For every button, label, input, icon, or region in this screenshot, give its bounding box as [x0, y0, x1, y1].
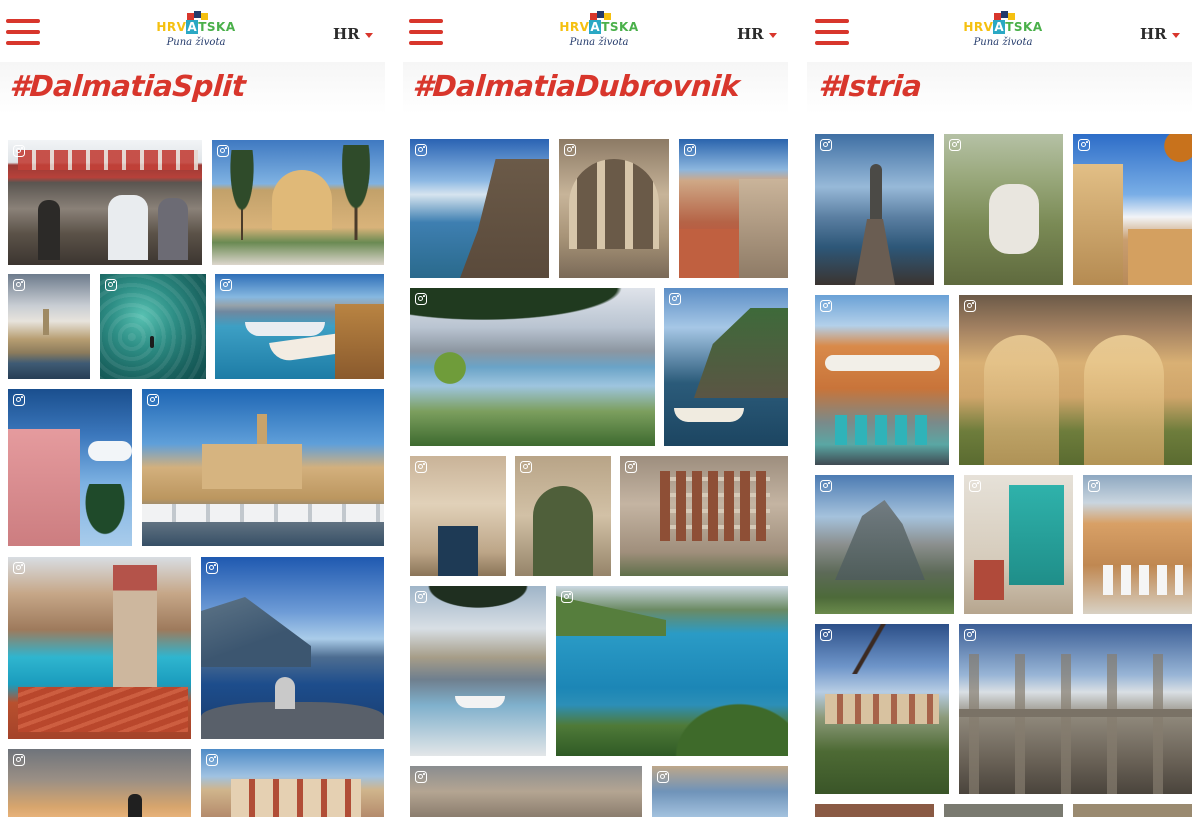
instagram-icon: [820, 629, 832, 641]
logo-word: HRVATSKA: [963, 20, 1043, 34]
logo-tagline: Puna života: [166, 37, 226, 48]
photo-split-palace[interactable]: [212, 140, 384, 265]
chevron-down-icon: [1171, 32, 1180, 38]
chevron-down-icon: [768, 32, 777, 38]
photo-split-boats[interactable]: [215, 274, 384, 379]
language-code: HR: [737, 25, 764, 43]
language-selector[interactable]: HR: [1140, 25, 1180, 43]
instagram-icon: [415, 144, 427, 156]
photo-dubrovnik-lokrum[interactable]: [664, 288, 788, 446]
instagram-icon: [820, 139, 832, 151]
photo-istria-green-door[interactable]: [964, 475, 1073, 614]
instagram-icon: [669, 293, 681, 305]
hamburger-menu-icon[interactable]: [6, 19, 44, 47]
photo-split-market[interactable]: [8, 140, 202, 265]
photo-dubrovnik-old-town[interactable]: [679, 139, 788, 278]
logo-word: HRVATSKA: [156, 20, 236, 34]
instagram-icon: [415, 771, 427, 783]
language-code: HR: [1140, 25, 1167, 43]
screens-collage: HRVATSKA Puna života HR #DalmatiaSplit H…: [0, 0, 1192, 817]
photo-istria-donkey[interactable]: [944, 134, 1063, 285]
photo-istria-arena-arch[interactable]: [959, 295, 1192, 465]
instagram-icon: [1078, 139, 1090, 151]
instagram-icon: [105, 279, 117, 291]
photo-istria-cut-3[interactable]: [1073, 804, 1192, 817]
hashtag-title: #DalmatiaSplit: [8, 69, 247, 103]
screen-istria: HRVATSKA Puna života HR #Istria: [807, 0, 1192, 817]
photo-dubrovnik-gallery-wall[interactable]: [620, 456, 788, 576]
logo[interactable]: HRVATSKA Puna života: [156, 10, 236, 56]
instagram-icon: [564, 144, 576, 156]
photo-istria-mountain[interactable]: [815, 475, 954, 614]
photo-istria-terrace[interactable]: [1083, 475, 1192, 614]
instagram-icon: [820, 480, 832, 492]
photo-istria-cut-1[interactable]: [815, 804, 934, 817]
logo-word: HRVATSKA: [559, 20, 639, 34]
photo-dubrovnik-cliffs[interactable]: [410, 139, 549, 278]
photo-split-coast-view[interactable]: [201, 557, 384, 739]
instagram-icon: [415, 591, 427, 603]
instagram-icon: [820, 300, 832, 312]
instagram-icon: [415, 293, 427, 305]
instagram-icon: [217, 145, 229, 157]
instagram-icon: [13, 279, 25, 291]
photo-istria-pula-arena[interactable]: [959, 624, 1192, 794]
photo-dubrovnik-doorway[interactable]: [410, 456, 506, 576]
photo-dubrovnik-window[interactable]: [652, 766, 788, 817]
photo-split-pink-house[interactable]: [8, 389, 132, 546]
screen-dalmatia-split: HRVATSKA Puna života HR #DalmatiaSplit: [0, 0, 385, 817]
photo-split-riva[interactable]: [8, 274, 90, 379]
language-code: HR: [333, 25, 360, 43]
photo-istria-statue[interactable]: [815, 134, 934, 285]
chevron-down-icon: [364, 32, 373, 38]
hamburger-menu-icon[interactable]: [409, 19, 447, 47]
instagram-icon: [964, 300, 976, 312]
instagram-icon: [964, 629, 976, 641]
language-selector[interactable]: HR: [333, 25, 373, 43]
instagram-icon: [220, 279, 232, 291]
screen-dalmatia-dubrovnik: HRVATSKA Puna života HR #DalmatiaDubrovn…: [403, 0, 788, 817]
instagram-icon: [415, 461, 427, 473]
logo-tagline: Puna života: [973, 37, 1033, 48]
hamburger-menu-icon[interactable]: [815, 19, 853, 47]
instagram-icon: [13, 562, 25, 574]
photo-istria-church[interactable]: [1073, 134, 1192, 285]
instagram-icon: [969, 480, 981, 492]
instagram-icon: [949, 139, 961, 151]
logo[interactable]: HRVATSKA Puna života: [559, 10, 639, 56]
photo-split-sunset[interactable]: [8, 749, 191, 817]
photo-dubrovnik-speedboat[interactable]: [410, 586, 546, 756]
logo-tagline: Puna života: [569, 37, 629, 48]
instagram-icon: [206, 562, 218, 574]
photo-split-village[interactable]: [201, 749, 384, 817]
photo-dubrovnik-bay-pine[interactable]: [410, 288, 655, 446]
language-selector[interactable]: HR: [737, 25, 777, 43]
hashtag-title: #DalmatiaDubrovnik: [411, 69, 741, 103]
instagram-icon: [13, 754, 25, 766]
instagram-icon: [657, 771, 669, 783]
instagram-icon: [13, 394, 25, 406]
hashtag-title: #Istria: [817, 69, 923, 103]
logo[interactable]: HRVATSKA Puna života: [963, 10, 1043, 56]
instagram-icon: [520, 461, 532, 473]
instagram-icon: [684, 144, 696, 156]
instagram-icon: [1088, 480, 1100, 492]
photo-istria-cafe-square[interactable]: [815, 295, 949, 465]
instagram-icon: [625, 461, 637, 473]
photo-split-trogir-tower[interactable]: [8, 557, 191, 739]
photo-dubrovnik-bay-sailboats[interactable]: [556, 586, 788, 756]
instagram-icon: [13, 145, 25, 157]
instagram-icon: [206, 754, 218, 766]
instagram-icon: [561, 591, 573, 603]
photo-istria-hilltown[interactable]: [815, 624, 949, 794]
photo-istria-cut-2[interactable]: [944, 804, 1063, 817]
instagram-icon: [147, 394, 159, 406]
photo-split-swimmer[interactable]: [100, 274, 206, 379]
photo-dubrovnik-street[interactable]: [410, 766, 642, 817]
photo-split-church-harbour[interactable]: [142, 389, 384, 546]
photo-dubrovnik-cloister[interactable]: [559, 139, 669, 278]
photo-dubrovnik-arch[interactable]: [515, 456, 611, 576]
